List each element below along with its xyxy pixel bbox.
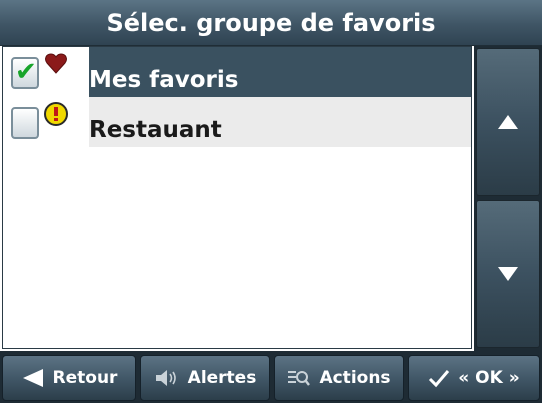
back-arrow-icon xyxy=(22,369,43,387)
heart-icon xyxy=(45,53,67,74)
exclamation-icon xyxy=(44,102,68,126)
scroll-up-button[interactable] xyxy=(476,48,540,196)
list-search-icon xyxy=(288,371,311,386)
checkbox-restauant[interactable] xyxy=(11,107,39,139)
page-title: Sélec. groupe de favoris xyxy=(106,8,436,37)
alertes-label: Alertes xyxy=(187,368,257,388)
bottom-toolbar: Retour Alertes Actions « OK » xyxy=(0,351,542,403)
checkbox-mes-favoris[interactable]: ✔ xyxy=(11,57,39,89)
list-item[interactable]: ✔ Mes favoris xyxy=(3,47,471,97)
scroll-down-button[interactable] xyxy=(476,200,540,348)
speaker-icon xyxy=(155,370,176,386)
ok-label: « OK » xyxy=(458,368,520,388)
list-item-label: Restauant xyxy=(89,117,222,143)
ok-button[interactable]: « OK » xyxy=(408,355,540,401)
list-item-label: Mes favoris xyxy=(89,67,239,93)
favorites-group-list: ✔ Mes favoris Restauant xyxy=(2,46,472,349)
check-icon xyxy=(429,370,450,388)
retour-button[interactable]: Retour xyxy=(2,355,136,401)
arrow-down-icon xyxy=(498,267,518,281)
checkmark-icon: ✔ xyxy=(15,57,37,87)
list-item[interactable]: Restauant xyxy=(3,97,471,147)
alertes-button[interactable]: Alertes xyxy=(140,355,270,401)
title-bar: Sélec. groupe de favoris xyxy=(0,0,542,46)
retour-label: Retour xyxy=(52,368,118,388)
actions-button[interactable]: Actions xyxy=(274,355,404,401)
scroll-rail xyxy=(474,46,542,351)
arrow-up-icon xyxy=(498,115,518,129)
actions-label: Actions xyxy=(319,368,391,388)
